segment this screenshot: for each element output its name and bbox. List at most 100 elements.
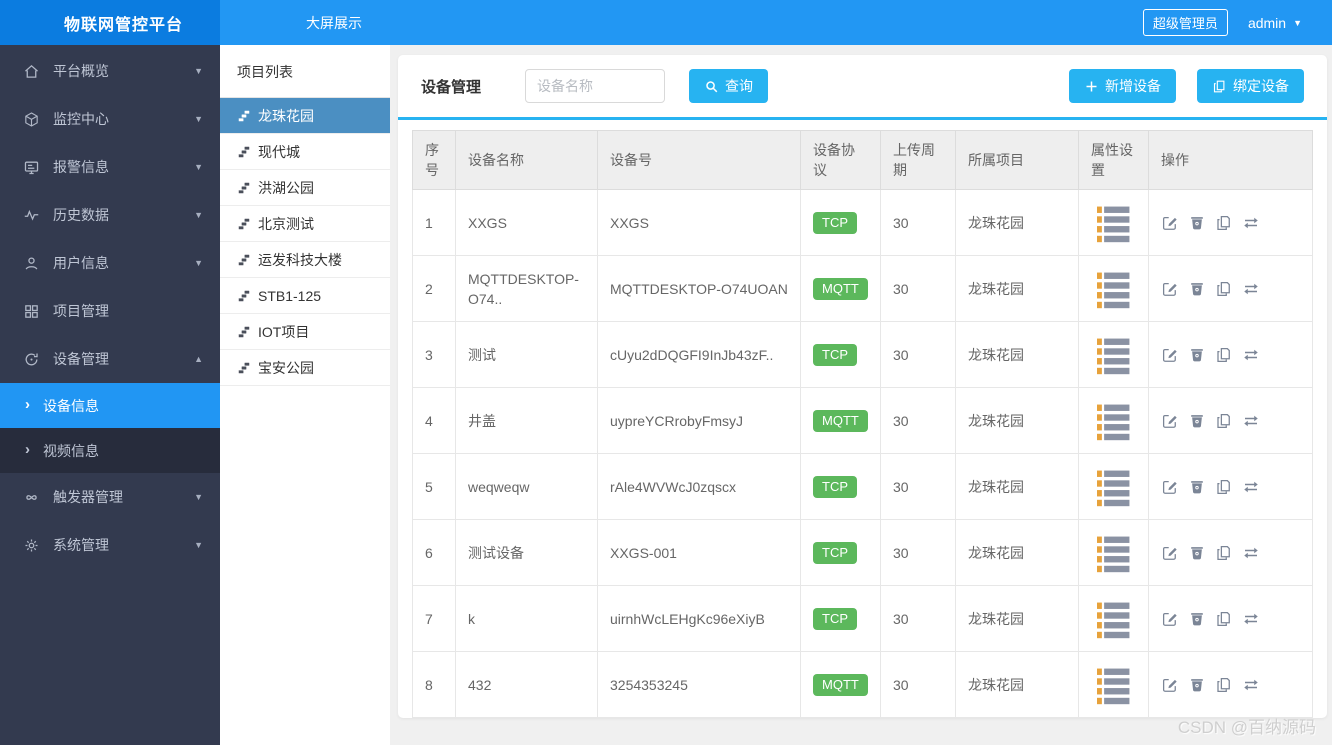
cell-actions — [1148, 189, 1313, 256]
edit-button[interactable] — [1161, 214, 1179, 232]
project-item[interactable]: 运发科技大楼 — [220, 242, 390, 278]
attribute-settings-button[interactable] — [1091, 398, 1136, 443]
cell-device-id: 3254353245 — [597, 651, 801, 718]
edit-button[interactable] — [1161, 676, 1179, 694]
sidebar-subitem[interactable]: › 设备信息 — [0, 383, 220, 428]
cell-actions — [1148, 321, 1313, 388]
card-header: 设备管理 查询 新增设备 绑定设备 — [398, 55, 1327, 120]
transfer-button[interactable] — [1242, 610, 1260, 628]
sidebar-item[interactable]: 监控中心 ▼ — [0, 95, 220, 143]
project-item[interactable]: 洪湖公园 — [220, 170, 390, 206]
username: admin — [1247, 14, 1287, 31]
delete-button[interactable] — [1188, 610, 1206, 628]
chevron-right-icon: › — [25, 396, 30, 413]
delete-button[interactable] — [1188, 544, 1206, 562]
attribute-settings-button[interactable] — [1091, 530, 1136, 575]
cell-actions — [1148, 453, 1313, 520]
chevron-down-icon: ▼ — [194, 162, 203, 172]
transfer-button[interactable] — [1242, 214, 1260, 232]
attribute-settings-button[interactable] — [1091, 662, 1136, 707]
query-button[interactable]: 查询 — [689, 69, 769, 103]
col-header-attr: 属性设置 — [1078, 130, 1149, 190]
attribute-settings-button[interactable] — [1091, 200, 1136, 245]
transfer-button[interactable] — [1242, 676, 1260, 694]
edit-button[interactable] — [1161, 346, 1179, 364]
protocol-badge: TCP — [813, 211, 857, 234]
sidebar-item[interactable]: 报警信息 ▼ — [0, 143, 220, 191]
bind-copy-icon — [1212, 79, 1227, 94]
sidebar-item[interactable]: 平台概览 ▼ — [0, 47, 220, 95]
delete-button[interactable] — [1188, 676, 1206, 694]
project-item[interactable]: 宝安公园 — [220, 350, 390, 386]
copy-button[interactable] — [1215, 610, 1233, 628]
copy-button[interactable] — [1215, 346, 1233, 364]
sidebar-item[interactable]: 项目管理 — [0, 287, 220, 335]
cell-no: 2 — [412, 255, 456, 322]
cell-no: 7 — [412, 585, 456, 652]
attribute-settings-button[interactable] — [1091, 464, 1136, 509]
attribute-settings-button[interactable] — [1091, 596, 1136, 641]
transfer-button[interactable] — [1242, 544, 1260, 562]
sidebar-item[interactable]: 系统管理 ▼ — [0, 521, 220, 569]
edit-button[interactable] — [1161, 610, 1179, 628]
copy-button[interactable] — [1215, 280, 1233, 298]
sidebar-subitem[interactable]: › 视频信息 — [0, 428, 220, 473]
attribute-settings-button[interactable] — [1091, 332, 1136, 377]
transfer-button[interactable] — [1242, 412, 1260, 430]
fullscreen-icon[interactable] — [1092, 13, 1111, 32]
protocol-badge: TCP — [813, 475, 857, 498]
delete-button[interactable] — [1188, 280, 1206, 298]
project-grid-icon — [23, 303, 40, 320]
project-item[interactable]: 北京测试 — [220, 206, 390, 242]
sidebar-item-label: 平台概览 — [53, 63, 109, 79]
copy-button[interactable] — [1215, 412, 1233, 430]
project-item[interactable]: STB1-125 — [220, 278, 390, 314]
delete-button[interactable] — [1188, 214, 1206, 232]
top-nav-item-dashboard[interactable]: 大屏展示 — [306, 13, 362, 33]
copy-button[interactable] — [1215, 478, 1233, 496]
edit-button[interactable] — [1161, 544, 1179, 562]
edit-button[interactable] — [1161, 478, 1179, 496]
project-item-label: 龙珠花园 — [258, 107, 314, 124]
copy-button[interactable] — [1215, 676, 1233, 694]
bell-icon[interactable] — [1033, 13, 1052, 32]
transfer-button[interactable] — [1242, 478, 1260, 496]
copy-button[interactable] — [1215, 544, 1233, 562]
building-icon — [237, 325, 251, 339]
chevron-up-icon: ▲ — [194, 354, 203, 364]
add-device-button[interactable]: 新增设备 — [1069, 69, 1176, 103]
transfer-button[interactable] — [1242, 280, 1260, 298]
project-item[interactable]: 龙珠花园 — [220, 98, 390, 134]
edit-button[interactable] — [1161, 280, 1179, 298]
project-item[interactable]: 现代城 — [220, 134, 390, 170]
delete-button[interactable] — [1188, 346, 1206, 364]
app-title: 物联网管控平台 — [64, 16, 184, 34]
sidebar-item[interactable]: 用户信息 ▼ — [0, 239, 220, 287]
cell-protocol: TCP — [800, 519, 881, 586]
project-item[interactable]: IOT项目 — [220, 314, 390, 350]
cell-project: 龙珠花园 — [955, 189, 1079, 256]
delete-button[interactable] — [1188, 412, 1206, 430]
sidebar-item-label: 用户信息 — [53, 255, 109, 271]
cell-attr-settings — [1078, 189, 1149, 256]
project-item-label: IOT项目 — [258, 323, 310, 340]
page-title: 设备管理 — [421, 78, 482, 96]
cell-no: 4 — [412, 387, 456, 454]
device-row: 8 432 3254353245 MQTT 30 龙珠花园 — [412, 651, 1313, 718]
collapse-menu-icon[interactable] — [248, 13, 268, 33]
building-icon — [237, 361, 251, 375]
sidebar-item[interactable]: 历史数据 ▼ — [0, 191, 220, 239]
attribute-settings-button[interactable] — [1091, 266, 1136, 311]
cell-device-id: rAle4WVWcJ0zqscx — [597, 453, 801, 520]
user-menu[interactable]: admin ▼ — [1248, 15, 1302, 31]
edit-button[interactable] — [1161, 412, 1179, 430]
cell-no: 8 — [412, 651, 456, 718]
sidebar-item[interactable]: 触发器管理 ▼ — [0, 473, 220, 521]
bind-device-button[interactable]: 绑定设备 — [1197, 69, 1304, 103]
transfer-button[interactable] — [1242, 346, 1260, 364]
sidebar-item[interactable]: 设备管理 ▲ — [0, 335, 220, 383]
copy-button[interactable] — [1215, 214, 1233, 232]
delete-button[interactable] — [1188, 478, 1206, 496]
cell-attr-settings — [1078, 321, 1149, 388]
device-name-search-input[interactable] — [525, 69, 666, 103]
